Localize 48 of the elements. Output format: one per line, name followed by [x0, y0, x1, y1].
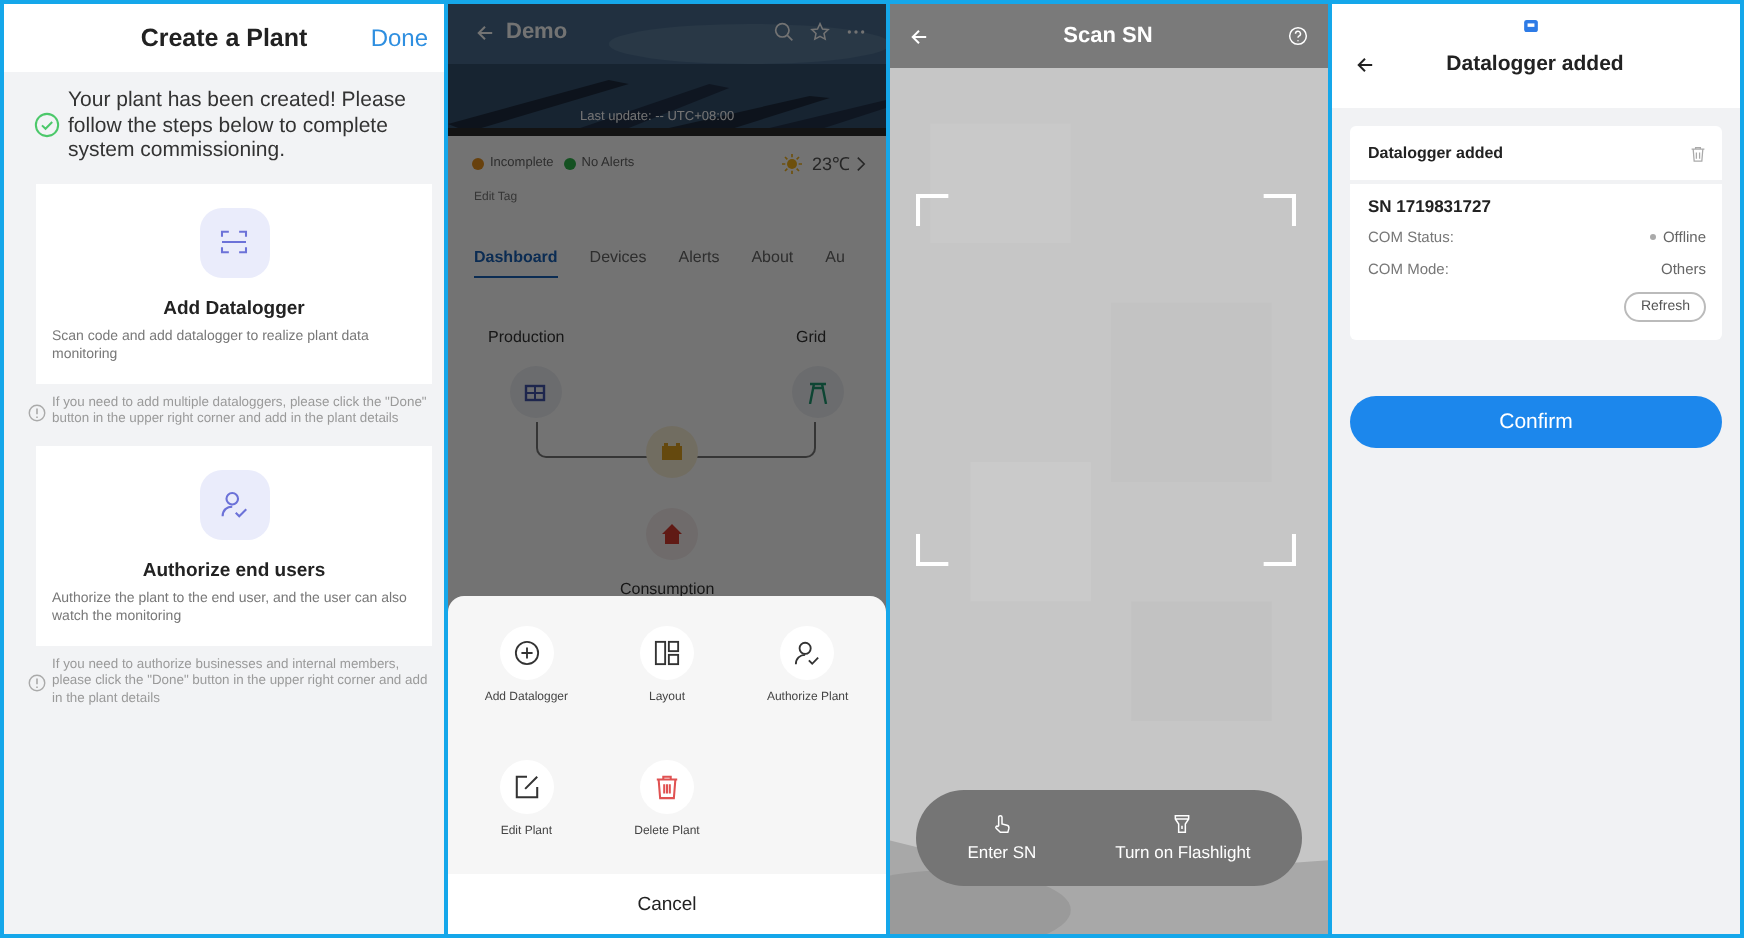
search-icon[interactable]	[774, 22, 794, 42]
chevron-right-icon[interactable]	[856, 155, 866, 171]
screen-title: Datalogger added	[1444, 52, 1626, 76]
trash-icon	[653, 774, 680, 800]
status-dot	[1650, 234, 1657, 240]
scan-option-button[interactable]: Turn on Flashlight	[1115, 814, 1251, 862]
confirm-button[interactable]: Confirm	[1350, 396, 1722, 448]
sun-icon	[781, 153, 802, 173]
screen-title: Scan SN	[1063, 24, 1153, 48]
hand-pointer-icon	[991, 814, 1012, 834]
success-message: Your plant has been created! Please follow the steps below to complete system commissioning.	[68, 88, 408, 163]
step-title: Authorize end users	[142, 559, 326, 581]
more-icon[interactable]	[846, 28, 866, 36]
user-check-icon	[794, 640, 821, 666]
user-check-icon	[220, 490, 248, 518]
star-icon[interactable]	[810, 22, 830, 42]
check-circle-icon	[34, 112, 60, 139]
scan-option-button[interactable]: Enter SN	[967, 814, 1037, 862]
plus-circle-icon	[513, 640, 540, 666]
cancel-button[interactable]: Cancel	[448, 874, 886, 934]
edit-icon	[513, 774, 540, 800]
serial-number: SN 1719831727	[1368, 196, 1493, 216]
temperature: 23℃	[811, 152, 850, 176]
trash-icon[interactable]	[1690, 145, 1706, 161]
tab[interactable]: Au	[825, 248, 845, 278]
battery-icon	[646, 426, 698, 478]
card-title: Datalogger added	[1368, 144, 1504, 162]
step-title: Add Datalogger	[163, 297, 305, 319]
tab[interactable]: Devices	[589, 248, 647, 278]
scan-icon	[220, 230, 248, 254]
solar-panel-icon	[510, 366, 562, 418]
layout-icon	[653, 640, 680, 666]
flow-label: Grid	[796, 328, 827, 346]
flashlight-icon	[1172, 814, 1193, 834]
house-icon	[646, 508, 698, 560]
notification-icon	[1523, 20, 1537, 32]
done-button[interactable]: Done	[370, 24, 428, 52]
info-icon	[28, 673, 46, 692]
power-tower-icon	[792, 366, 844, 418]
tab[interactable]: Alerts	[678, 248, 720, 278]
screen-title: Create a Plant	[140, 24, 308, 52]
flow-label: Production	[488, 328, 565, 346]
info-icon	[28, 403, 46, 421]
tab[interactable]: About	[751, 248, 794, 278]
back-arrow-icon[interactable]	[1356, 55, 1374, 73]
flow-label: Consumption	[620, 580, 715, 598]
plant-name: Demo	[506, 20, 568, 44]
help-icon[interactable]	[1287, 26, 1308, 46]
